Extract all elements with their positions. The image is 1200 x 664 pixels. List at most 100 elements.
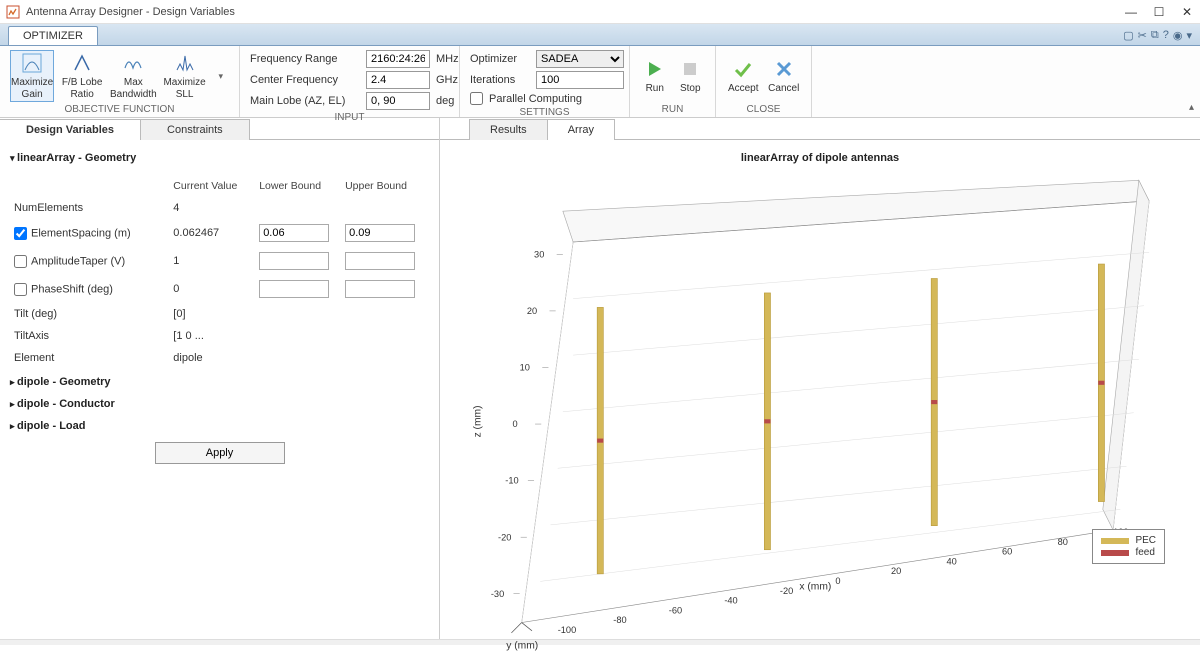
parallel-label: Parallel Computing — [489, 93, 582, 105]
var-name: ElementSpacing (m) — [31, 227, 131, 239]
var-row-tilt-deg-: Tilt (deg)[0] — [12, 304, 427, 324]
ribbon-icon-2[interactable]: ✂ — [1138, 29, 1147, 42]
check-icon — [731, 57, 755, 81]
section-linear-array[interactable]: linearArray - Geometry — [10, 152, 429, 164]
svg-text:-60: -60 — [669, 605, 682, 615]
svg-text:80: 80 — [1058, 537, 1068, 547]
play-icon — [643, 57, 667, 81]
right-pane: Results Array linearArray of dipole ante… — [440, 118, 1200, 639]
var-value: 0 — [171, 276, 255, 302]
svg-text:0: 0 — [835, 576, 840, 586]
center-freq-label: Center Frequency — [250, 74, 360, 86]
svg-text:-10: -10 — [505, 476, 518, 486]
var-name: Element — [14, 352, 54, 364]
section-dipole-conductor[interactable]: dipole - Conductor — [10, 398, 429, 410]
fb-lobe-button[interactable]: F/B Lobe Ratio — [60, 50, 104, 102]
main-lobe-input[interactable] — [366, 92, 430, 110]
upper-bound-input[interactable] — [345, 252, 415, 270]
upper-bound-input[interactable] — [345, 224, 415, 242]
z-axis-label: z (mm) — [473, 405, 484, 437]
y-axis-label: y (mm) — [506, 640, 538, 651]
group-label-run: RUN — [640, 102, 705, 115]
optimizer-select[interactable]: SADEA — [536, 50, 624, 68]
freq-range-input[interactable] — [366, 50, 430, 68]
section-dipole-geometry[interactable]: dipole - Geometry — [10, 376, 429, 388]
stop-icon — [678, 57, 702, 81]
tab-optimizer[interactable]: OPTIMIZER — [8, 26, 98, 45]
svg-text:10: 10 — [520, 363, 530, 373]
legend-swatch-pec — [1101, 538, 1129, 544]
feed-4 — [1098, 381, 1104, 385]
ribbon-tab-row: OPTIMIZER ▢ ✂ ⧉ ? ◉ ▾ — [0, 24, 1200, 46]
var-checkbox[interactable] — [14, 227, 27, 240]
center-freq-input[interactable] — [366, 71, 430, 89]
var-checkbox[interactable] — [14, 283, 27, 296]
cancel-button[interactable]: Cancel — [767, 50, 802, 102]
var-name: PhaseShift (deg) — [31, 283, 113, 295]
var-value: 1 — [171, 248, 255, 274]
gain-icon — [20, 51, 44, 75]
var-value: [1 0 ... — [171, 326, 255, 346]
parallel-checkbox[interactable] — [470, 92, 483, 105]
var-value: dipole — [171, 348, 255, 368]
feed-3 — [931, 400, 937, 404]
svg-text:-40: -40 — [724, 596, 737, 606]
svg-text:20: 20 — [891, 566, 901, 576]
lower-bound-input[interactable] — [259, 280, 329, 298]
plot-area[interactable]: linearArray of dipole antennas — [440, 140, 1200, 639]
var-row-tiltaxis: TiltAxis [1 0 ... — [12, 326, 427, 346]
iterations-input[interactable] — [536, 71, 624, 89]
svg-text:-20: -20 — [780, 586, 793, 596]
ribbon-icon-1[interactable]: ▢ — [1123, 29, 1133, 42]
tab-results[interactable]: Results — [469, 119, 548, 140]
max-bandwidth-button[interactable]: Max Bandwidth — [110, 50, 157, 102]
section-dipole-load[interactable]: dipole - Load — [10, 420, 429, 432]
ribbon: Maximize Gain F/B Lobe Ratio Max Bandwid… — [0, 46, 1200, 118]
var-value: 0.062467 — [171, 220, 255, 246]
app-icon — [6, 5, 20, 19]
lower-bound-input[interactable] — [259, 252, 329, 270]
svg-text:40: 40 — [946, 556, 956, 566]
lower-bound-input[interactable] — [259, 224, 329, 242]
accept-button[interactable]: Accept — [726, 50, 761, 102]
ribbon-icon-5[interactable]: ◉ — [1173, 29, 1183, 42]
stop-button[interactable]: Stop — [676, 50, 706, 102]
svg-text:-100: -100 — [558, 625, 577, 635]
var-row-amplitudetaper-v-: AmplitudeTaper (V) 1 — [12, 248, 427, 274]
left-pane: Design Variables Constraints linearArray… — [0, 118, 440, 639]
ribbon-icon-3[interactable]: ⧉ — [1151, 29, 1159, 42]
svg-text:30: 30 — [534, 249, 544, 259]
svg-text:60: 60 — [1002, 547, 1012, 557]
close-window-button[interactable]: ✕ — [1180, 5, 1194, 19]
var-name: AmplitudeTaper (V) — [31, 255, 125, 267]
ribbon-expand-icon[interactable]: ▴ — [1189, 102, 1194, 113]
col-lower-bound: Lower Bound — [257, 176, 341, 196]
ribbon-help-icon[interactable]: ? — [1163, 29, 1169, 42]
svg-text:-30: -30 — [491, 589, 504, 599]
svg-text:20: 20 — [527, 306, 537, 316]
upper-bound-input[interactable] — [345, 280, 415, 298]
bandwidth-icon — [121, 51, 145, 75]
ribbon-collapse-icon[interactable]: ▾ — [1186, 29, 1192, 42]
apply-button[interactable]: Apply — [155, 442, 285, 464]
group-label-settings: SETTINGS — [470, 105, 619, 118]
feed-1 — [597, 439, 603, 443]
tab-constraints[interactable]: Constraints — [140, 119, 250, 140]
maximize-sll-button[interactable]: Maximize SLL — [163, 50, 207, 102]
var-row-phaseshift-deg-: PhaseShift (deg) 0 — [12, 276, 427, 302]
col-upper-bound: Upper Bound — [343, 176, 427, 196]
var-value: 4 — [171, 198, 255, 218]
plot-title: linearArray of dipole antennas — [440, 152, 1200, 164]
maximize-button[interactable]: ☐ — [1152, 5, 1166, 19]
tab-design-variables[interactable]: Design Variables — [0, 119, 141, 140]
maximize-gain-button[interactable]: Maximize Gain — [10, 50, 54, 102]
minimize-button[interactable]: — — [1124, 5, 1138, 19]
feed-2 — [764, 419, 770, 423]
tab-array[interactable]: Array — [547, 119, 615, 140]
plot-3d[interactable]: 3020100-10-20-30 -100-80-60-40-200204060… — [460, 170, 1180, 664]
var-name: TiltAxis — [14, 330, 49, 342]
objective-dropdown[interactable]: ▾ — [212, 71, 229, 82]
run-button[interactable]: Run — [640, 50, 670, 102]
var-checkbox[interactable] — [14, 255, 27, 268]
plot-legend: PEC feed — [1092, 529, 1165, 564]
